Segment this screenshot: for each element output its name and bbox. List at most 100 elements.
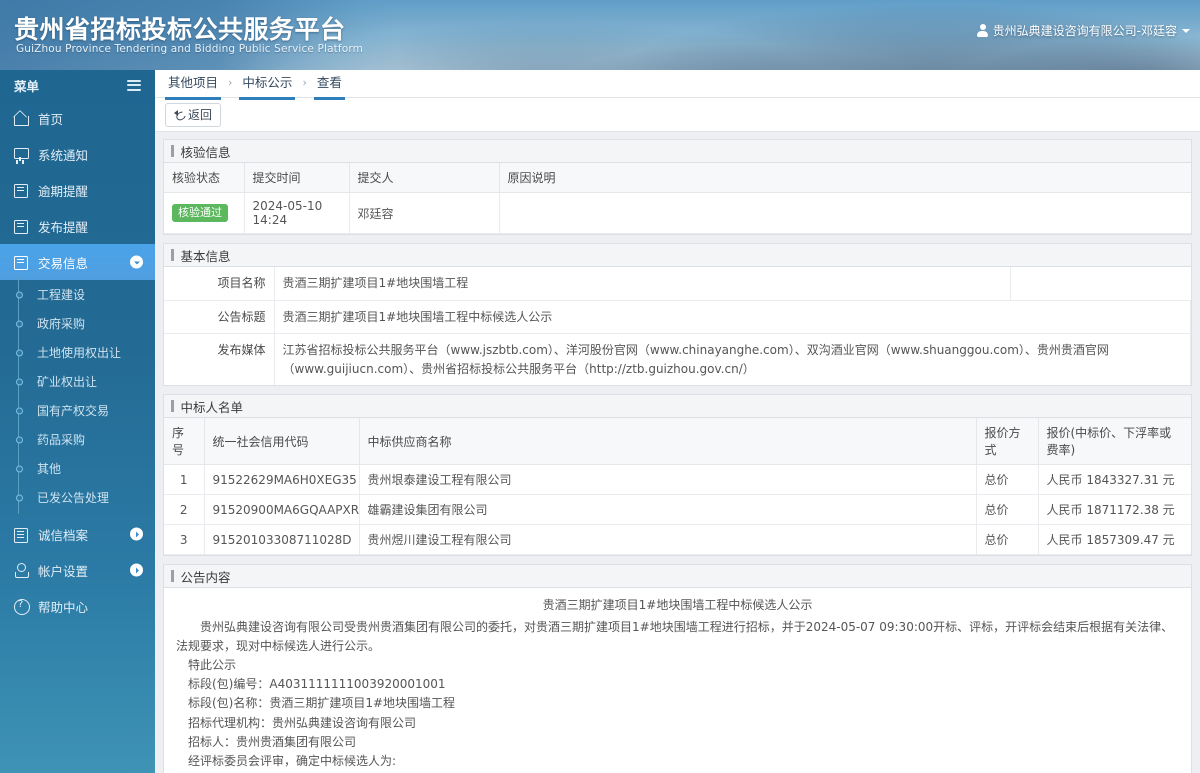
- table-row: 2 91520900MA6GQAAPXR 雄霸建设集团有限公司 总价 人民币 1…: [164, 494, 1191, 526]
- sidebar-subitem-published-notice[interactable]: 已发公告处理: [0, 483, 155, 512]
- sidebar-item-home[interactable]: 首页: [0, 100, 155, 136]
- column-header: 统一社会信用代码: [204, 418, 360, 466]
- document-icon: [13, 183, 28, 198]
- status-badge: 核验通过: [172, 204, 228, 222]
- sidebar: 菜单 首页 系统通知 逾期提醒 发布提醒 交易信息 工程建设 政府采购 土地使用…: [0, 70, 155, 773]
- announcement-notice: 特此公示: [188, 657, 237, 672]
- sidebar-item-overdue-reminder[interactable]: 逾期提醒: [0, 172, 155, 208]
- table-row: 核验通过 2024-05-10 14:24 邓廷容: [164, 192, 1191, 234]
- announcement-line: 经评标委员会评审，确定中标候选人为:: [188, 753, 397, 768]
- column-header: 报价(中标价、下浮率或费率): [1038, 418, 1191, 466]
- announcement-title: 公告内容: [164, 565, 1191, 589]
- user-menu[interactable]: 贵州弘典建设咨询有限公司-邓廷容: [977, 22, 1190, 39]
- sidebar-item-publish-reminder[interactable]: 发布提醒: [0, 208, 155, 244]
- basic-info-panel: 基本信息 项目名称 贵酒三期扩建项目1#地块围墙工程 公告标题 贵酒三期扩建项目…: [163, 243, 1192, 387]
- sidebar-item-account-settings[interactable]: 帐户设置: [0, 552, 155, 588]
- sidebar-item-label: 发布提醒: [38, 219, 89, 235]
- sidebar-item-label: 帮助中心: [38, 599, 89, 615]
- verify-reason-cell: [499, 192, 1191, 234]
- content-area: 核验信息 核验状态 提交时间 提交人 原因说明 核验通过 2024-05-10 …: [155, 132, 1200, 773]
- sidebar-item-label: 交易信息: [38, 255, 89, 271]
- sidebar-subitem-gov-procurement[interactable]: 政府采购: [0, 309, 155, 338]
- sidebar-subitem-label: 政府采购: [37, 317, 86, 331]
- sidebar-item-help-center[interactable]: 帮助中心: [0, 588, 155, 624]
- breadcrumb: 其他项目 › 中标公示 › 查看: [155, 70, 1200, 100]
- winner-supplier-cell: 贵州垠泰建设工程有限公司: [359, 464, 977, 496]
- back-button[interactable]: 返回: [165, 102, 222, 127]
- verify-info-table: 核验状态 提交时间 提交人 原因说明 核验通过 2024-05-10 14:24: [164, 163, 1191, 234]
- person-icon: [13, 563, 29, 578]
- winner-no-cell: 3: [164, 524, 205, 556]
- column-header: 提交时间: [244, 163, 350, 193]
- winner-list-panel: 中标人名单 序号 统一社会信用代码 中标供应商名称 报价方式 报价(中标价、下浮…: [163, 394, 1192, 557]
- announcement-paragraph: 贵州弘典建设咨询有限公司受贵州贵酒集团有限公司的委托，对贵酒三期扩建项目1#地块…: [176, 619, 1174, 653]
- announcement-line: 招标代理机构：贵州弘典建设咨询有限公司: [188, 715, 417, 730]
- back-button-label: 返回: [188, 108, 213, 122]
- winner-code-cell: 91522629MA6H0XEG35: [204, 464, 360, 496]
- column-header: 报价方式: [976, 418, 1039, 466]
- column-header: 核验状态: [164, 163, 245, 193]
- sidebar-submenu: 工程建设 政府采购 土地使用权出让 矿业权出让 国有产权交易 药品采购 其他 已…: [0, 276, 155, 516]
- winner-list-title: 中标人名单: [164, 395, 1191, 419]
- winner-quote-cell: 人民币 1857309.47 元: [1038, 524, 1191, 556]
- sidebar-subitem-label: 其他: [37, 462, 62, 476]
- undo-icon: [174, 109, 185, 120]
- winner-list-table: 序号 统一社会信用代码 中标供应商名称 报价方式 报价(中标价、下浮率或费率) …: [164, 418, 1191, 556]
- sidebar-item-credit-archive[interactable]: 诚信档案: [0, 516, 155, 552]
- site-title: 贵州省招标投标公共服务平台: [14, 15, 346, 44]
- breadcrumb-item-other-projects[interactable]: 其他项目: [165, 70, 222, 100]
- winner-supplier-cell: 雄霸建设集团有限公司: [359, 494, 977, 526]
- hamburger-icon[interactable]: [127, 79, 141, 91]
- document-icon: [13, 219, 28, 234]
- chevron-right-icon: [130, 527, 143, 541]
- chevron-right-icon: [130, 563, 143, 577]
- announcement-body: 贵酒三期扩建项目1#地块围墙工程中标候选人公示 贵州弘典建设咨询有限公司受贵州贵…: [164, 588, 1191, 773]
- table-row: 3 91520103308711028D 贵州煜川建设工程有限公司 总价 人民币…: [164, 524, 1191, 556]
- field-label: 发布媒体: [164, 333, 275, 386]
- announcement-heading: 贵酒三期扩建项目1#地块围墙工程中标候选人公示: [542, 598, 813, 613]
- user-icon: [977, 24, 989, 37]
- column-header: 序号: [164, 418, 205, 466]
- form-row-announcement-title: 公告标题 贵酒三期扩建项目1#地块围墙工程中标候选人公示: [164, 300, 1191, 335]
- winner-quote-type-cell: 总价: [976, 524, 1039, 556]
- sidebar-item-transaction-info[interactable]: 交易信息: [0, 244, 155, 280]
- field-value-announcement-title: 贵酒三期扩建项目1#地块围墙工程中标候选人公示: [274, 300, 1191, 335]
- winner-code-cell: 91520900MA6GQAAPXR: [204, 494, 360, 526]
- sidebar-item-label: 诚信档案: [38, 527, 89, 543]
- column-header: 原因说明: [499, 163, 1191, 193]
- announcement-line: 标段(包)名称：贵酒三期扩建项目1#地块围墙工程: [188, 696, 456, 711]
- sidebar-subitem-engineering[interactable]: 工程建设: [0, 280, 155, 309]
- sidebar-subitem-state-property[interactable]: 国有产权交易: [0, 396, 155, 425]
- breadcrumb-item-winning-notice[interactable]: 中标公示: [239, 70, 296, 100]
- sidebar-subitem-label: 已发公告处理: [37, 491, 110, 505]
- announcement-panel: 公告内容 贵酒三期扩建项目1#地块围墙工程中标候选人公示 贵州弘典建设咨询有限公…: [163, 564, 1192, 773]
- winner-no-cell: 1: [164, 464, 205, 496]
- announcement-line: 标段(包)编号：A4031111111003920001001: [188, 677, 446, 692]
- sidebar-item-system-notice[interactable]: 系统通知: [0, 136, 155, 172]
- sidebar-subitem-drug-procurement[interactable]: 药品采购: [0, 425, 155, 454]
- announcement-line: 招标人：贵州贵酒集团有限公司: [188, 734, 357, 749]
- table-row: 1 91522629MA6H0XEG35 贵州垠泰建设工程有限公司 总价 人民币…: [164, 464, 1191, 496]
- field-value-project-name: 贵酒三期扩建项目1#地块围墙工程: [274, 267, 1011, 301]
- monitor-icon: [13, 147, 29, 162]
- sidebar-header: 菜单: [0, 70, 155, 100]
- winner-quote-type-cell: 总价: [976, 464, 1039, 496]
- sidebar-subitem-land-use-right[interactable]: 土地使用权出让: [0, 338, 155, 367]
- breadcrumb-separator: ›: [302, 75, 307, 89]
- site-subtitle: GuiZhou Province Tendering and Bidding P…: [16, 43, 364, 55]
- breadcrumb-item-view[interactable]: 查看: [313, 70, 345, 100]
- field-label: 项目名称: [164, 267, 275, 301]
- column-header: 中标供应商名称: [359, 418, 977, 466]
- sidebar-subitem-other[interactable]: 其他: [0, 454, 155, 483]
- table-header-row: 序号 统一社会信用代码 中标供应商名称 报价方式 报价(中标价、下浮率或费率): [164, 418, 1191, 466]
- winner-quote-type-cell: 总价: [976, 494, 1039, 526]
- toolbar: 返回: [155, 98, 1200, 132]
- home-icon: [13, 111, 29, 126]
- winner-quote-cell: 人民币 1843327.31 元: [1038, 464, 1191, 496]
- breadcrumb-separator: ›: [228, 75, 233, 89]
- verify-submitter-cell: 邓廷容: [349, 192, 500, 234]
- sidebar-subitem-mining-right[interactable]: 矿业权出让: [0, 367, 155, 396]
- list-icon: [13, 527, 28, 543]
- table-header-row: 核验状态 提交时间 提交人 原因说明: [164, 163, 1191, 193]
- document-icon: [13, 255, 28, 270]
